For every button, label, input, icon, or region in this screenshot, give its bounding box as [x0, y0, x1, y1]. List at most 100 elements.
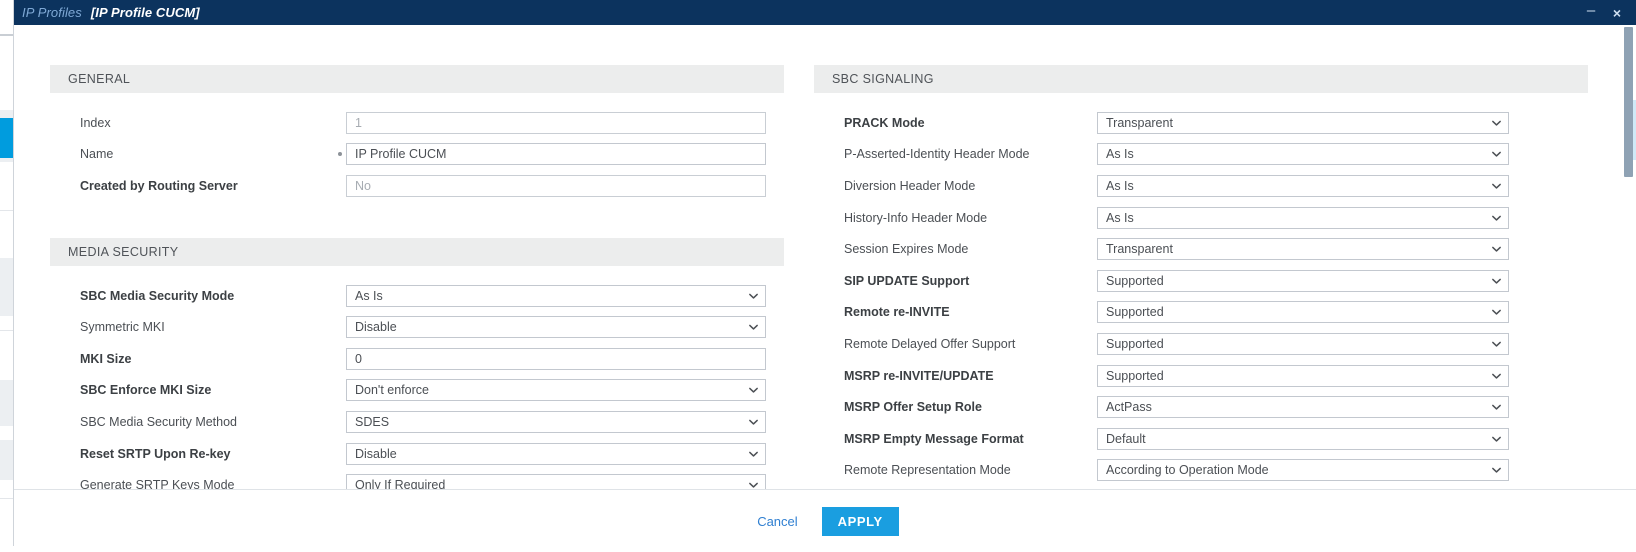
apply-button[interactable]: APPLY — [821, 507, 899, 536]
field-label-msrp-re-invite-update: MSRP re-INVITE/UPDATE — [844, 368, 994, 383]
field-value-index: 1 — [355, 115, 362, 130]
field-label-sbc-media-security-method: SBC Media Security Method — [80, 414, 238, 429]
bg-nav-block — [0, 380, 14, 426]
field-value-mki-size: 0 — [355, 351, 362, 366]
bg-nav-block — [0, 258, 14, 316]
input-mki-size[interactable]: 0 — [346, 347, 766, 370]
bg-divider — [0, 210, 14, 211]
bg-nav-line — [0, 34, 14, 36]
select-remote-delayed-offer-support[interactable]: Supported — [1097, 332, 1509, 355]
bg-nav-block — [0, 440, 14, 480]
field-value-reset-srtp-upon-re-key: Disable — [355, 446, 397, 461]
field-value-msrp-empty-message-format: Default — [1106, 431, 1146, 446]
chevron-down-icon — [1491, 275, 1502, 286]
field-label-index: Index — [80, 115, 111, 130]
field-value-msrp-re-invite-update: Supported — [1106, 368, 1164, 383]
dialog-body: GENERAL Index 1 Name IP Profile CUCM Created … — [14, 25, 1636, 489]
chevron-down-icon — [1491, 307, 1502, 318]
field-value-symmetric-mki: Disable — [355, 320, 397, 335]
input-name[interactable]: IP Profile CUCM — [346, 143, 766, 166]
form-row-msrp-offer-setup-role: MSRP Offer Setup Role ActPass — [814, 391, 1588, 423]
form-row-name: Name IP Profile CUCM — [50, 139, 784, 171]
select-p-asserted-identity-header-mode[interactable]: As Is — [1097, 143, 1509, 166]
select-session-expires-mode[interactable]: Transparent — [1097, 238, 1509, 261]
form-row-mki-size: MKI Size 0 — [50, 343, 784, 375]
chevron-down-icon — [748, 290, 759, 301]
field-label-sbc-media-security-mode: SBC Media Security Mode — [80, 288, 235, 303]
select-sbc-enforce-mki-size[interactable]: Don't enforce — [346, 379, 766, 402]
background-page-sliver — [0, 0, 15, 552]
form-row-sbc-media-security-mode: SBC Media Security Mode As Is — [50, 280, 784, 312]
select-msrp-re-invite-update[interactable]: Supported — [1097, 364, 1509, 387]
select-remote-re-invite[interactable]: Supported — [1097, 301, 1509, 324]
field-label-remote-representation-mode: Remote Representation Mode — [844, 463, 1011, 478]
input-created-by-routing-server: No — [346, 174, 766, 197]
dialog-footer: Cancel APPLY — [14, 489, 1636, 552]
required-indicator-name — [333, 152, 346, 157]
field-value-msrp-offer-setup-role: ActPass — [1106, 400, 1152, 415]
select-diversion-header-mode[interactable]: As Is — [1097, 174, 1509, 197]
chevron-down-icon — [1491, 465, 1502, 476]
select-sbc-media-security-mode[interactable]: As Is — [346, 284, 766, 307]
field-value-generate-srtp-keys-mode: Only If Required — [355, 478, 446, 489]
field-label-remote-re-invite: Remote re-INVITE — [844, 305, 950, 320]
section-title: MEDIA SECURITY — [68, 244, 179, 259]
section-header-media-security: MEDIA SECURITY — [50, 237, 784, 266]
select-history-info-header-mode[interactable]: As Is — [1097, 206, 1509, 229]
field-value-sbc-enforce-mki-size: Don't enforce — [355, 383, 429, 398]
field-value-sip-update-support: Supported — [1106, 273, 1164, 288]
vertical-scrollbar[interactable] — [1623, 25, 1634, 489]
select-symmetric-mki[interactable]: Disable — [346, 316, 766, 339]
select-msrp-empty-message-format[interactable]: Default — [1097, 427, 1509, 450]
form-row-sip-update-support: SIP UPDATE Support Supported — [814, 265, 1588, 297]
form-row-symmetric-mki: Symmetric MKI Disable — [50, 311, 784, 343]
section-header-general: GENERAL — [50, 65, 784, 93]
field-value-sbc-media-security-method: SDES — [355, 414, 390, 429]
field-label-diversion-header-mode: Diversion Header Mode — [844, 178, 976, 193]
select-sbc-media-security-method[interactable]: SDES — [346, 410, 766, 433]
dialog-titlebar: IP Profiles [IP Profile CUCM] – × — [14, 0, 1636, 25]
field-label-history-info-header-mode: History-Info Header Mode — [844, 210, 988, 225]
select-sip-update-support[interactable]: Supported — [1097, 269, 1509, 292]
field-value-history-info-header-mode: As Is — [1106, 210, 1134, 225]
bg-nav-selected — [0, 118, 14, 158]
select-msrp-offer-setup-role[interactable]: ActPass — [1097, 396, 1509, 419]
select-reset-srtp-upon-re-key[interactable]: Disable — [346, 442, 766, 465]
form-row-remote-delayed-offer-support: Remote Delayed Offer Support Supported — [814, 328, 1588, 360]
form-row-remote-representation-mode: Remote Representation Mode According to O… — [814, 455, 1588, 487]
chevron-down-icon — [1491, 338, 1502, 349]
cancel-button[interactable]: Cancel — [751, 510, 803, 533]
field-label-msrp-offer-setup-role: MSRP Offer Setup Role — [844, 400, 982, 415]
chevron-down-icon — [748, 480, 759, 489]
form-row-msrp-re-invite-update: MSRP re-INVITE/UPDATE Supported — [814, 360, 1588, 392]
field-label-created-by-routing-server: Created by Routing Server — [80, 178, 238, 193]
form-row-sbc-enforce-mki-size: SBC Enforce MKI Size Don't enforce — [50, 375, 784, 407]
form-row-msrp-empty-message-format: MSRP Empty Message Format Default — [814, 423, 1588, 455]
page-title: [IP Profile CUCM] — [90, 5, 200, 20]
select-prack-mode[interactable]: Transparent — [1097, 111, 1509, 134]
chevron-down-icon — [1491, 370, 1502, 381]
chevron-down-icon — [1491, 212, 1502, 223]
field-label-remote-delayed-offer-support: Remote Delayed Offer Support — [844, 336, 1016, 351]
ip-profile-dialog: IP Profiles [IP Profile CUCM] – × GENERA… — [14, 0, 1636, 552]
scrollbar-thumb[interactable] — [1624, 27, 1633, 177]
form-row-session-expires-mode: Session Expires Mode Transparent — [814, 233, 1588, 265]
chevron-down-icon — [748, 416, 759, 427]
left-column: GENERAL Index 1 Name IP Profile CUCM Created … — [14, 25, 804, 489]
field-label-p-asserted-identity-header-mode: P-Asserted-Identity Header Mode — [844, 147, 1030, 162]
select-generate-srtp-keys-mode[interactable]: Only If Required — [346, 474, 766, 489]
form-row-created-by-routing-server: Created by Routing Server No — [50, 170, 784, 202]
field-value-created-by-routing-server: No — [355, 178, 371, 193]
field-value-prack-mode: Transparent — [1106, 115, 1173, 130]
bg-divider — [0, 498, 14, 499]
right-column: SBC SIGNALING PRACK Mode Transparent P-Asse… — [804, 25, 1618, 489]
field-label-mki-size: MKI Size — [80, 351, 132, 366]
field-value-p-asserted-identity-header-mode: As Is — [1106, 147, 1134, 162]
chevron-down-icon — [748, 385, 759, 396]
select-remote-representation-mode[interactable]: According to Operation Mode — [1097, 459, 1509, 482]
minimize-icon[interactable]: – — [1578, 0, 1604, 27]
field-value-remote-delayed-offer-support: Supported — [1106, 336, 1164, 351]
close-icon[interactable]: × — [1604, 0, 1630, 25]
field-label-symmetric-mki: Symmetric MKI — [80, 320, 165, 335]
form-row-prack-mode: PRACK Mode Transparent — [814, 107, 1588, 139]
